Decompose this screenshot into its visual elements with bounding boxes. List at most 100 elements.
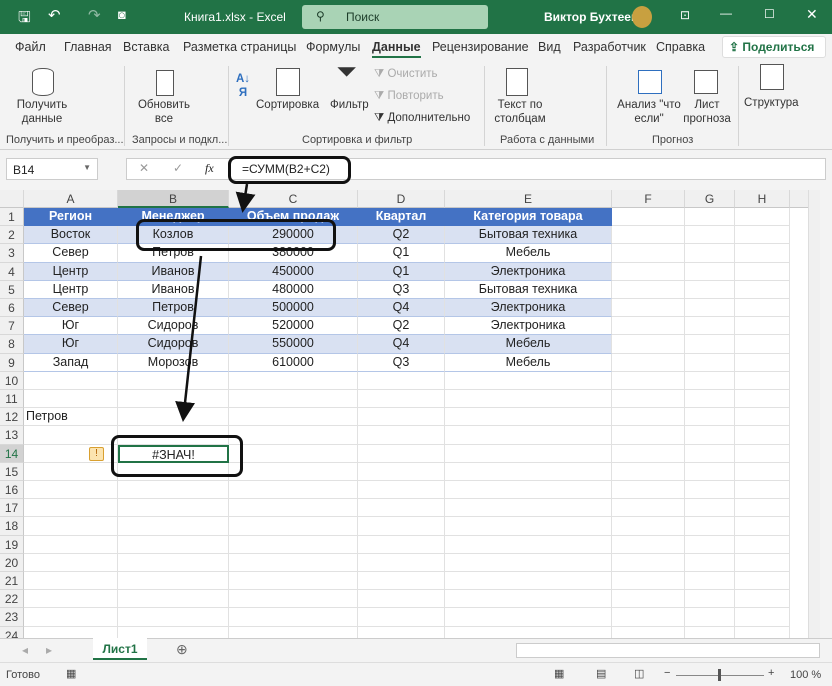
- cell[interactable]: [445, 462, 612, 481]
- cell[interactable]: [612, 371, 685, 390]
- cell[interactable]: [612, 626, 685, 638]
- cell[interactable]: [612, 408, 685, 427]
- cell[interactable]: [612, 444, 685, 463]
- table-cell[interactable]: Север: [24, 244, 118, 263]
- cell[interactable]: [612, 517, 685, 536]
- cell[interactable]: [685, 572, 735, 591]
- row-header[interactable]: 22: [0, 590, 24, 609]
- cell[interactable]: [612, 572, 685, 591]
- cell[interactable]: [735, 208, 790, 227]
- error-warning-icon[interactable]: !: [89, 446, 104, 461]
- table-cell[interactable]: Центр: [24, 262, 118, 281]
- cell[interactable]: [118, 572, 229, 591]
- cell[interactable]: [735, 335, 790, 354]
- cell[interactable]: [735, 426, 790, 445]
- table-cell[interactable]: Север: [24, 299, 118, 318]
- cell[interactable]: [735, 608, 790, 627]
- cell[interactable]: [612, 426, 685, 445]
- cell[interactable]: [612, 608, 685, 627]
- select-all-corner[interactable]: [0, 190, 24, 208]
- cell[interactable]: [229, 408, 358, 427]
- cell[interactable]: [24, 390, 118, 409]
- tab-review[interactable]: Рецензирование: [432, 40, 529, 54]
- cell[interactable]: [358, 426, 445, 445]
- next-sheet-icon[interactable]: ▸: [46, 643, 52, 657]
- undo-icon[interactable]: ↶: [48, 6, 61, 24]
- table-cell[interactable]: Q4: [358, 299, 445, 318]
- horizontal-scrollbar[interactable]: [516, 643, 820, 658]
- row-header[interactable]: 1: [0, 208, 24, 227]
- table-cell[interactable]: Иванов: [118, 262, 229, 281]
- cell[interactable]: [118, 535, 229, 554]
- cell[interactable]: [685, 208, 735, 227]
- what-if-button[interactable]: Анализ "что если": [612, 98, 686, 126]
- cell[interactable]: [612, 208, 685, 227]
- cell[interactable]: [229, 462, 358, 481]
- cell[interactable]: [735, 244, 790, 263]
- cell[interactable]: [24, 590, 118, 609]
- table-cell[interactable]: Электроника: [445, 299, 612, 318]
- cell[interactable]: [358, 371, 445, 390]
- get-data-button[interactable]: Получить данные: [12, 98, 72, 126]
- cell[interactable]: [358, 626, 445, 638]
- cell[interactable]: [735, 590, 790, 609]
- table-cell[interactable]: Центр: [24, 280, 118, 299]
- row-header[interactable]: 24: [0, 626, 24, 638]
- cell[interactable]: [358, 553, 445, 572]
- cell[interactable]: [445, 390, 612, 409]
- cell[interactable]: [229, 608, 358, 627]
- cell[interactable]: [735, 462, 790, 481]
- minimize-icon[interactable]: —: [720, 6, 732, 20]
- cell[interactable]: [358, 408, 445, 427]
- add-sheet-icon[interactable]: ⊕: [176, 641, 188, 658]
- cell[interactable]: [229, 572, 358, 591]
- table-cell[interactable]: Бытовая техника: [445, 280, 612, 299]
- cell[interactable]: [612, 226, 685, 245]
- cell[interactable]: [229, 371, 358, 390]
- cell[interactable]: [685, 299, 735, 318]
- cell[interactable]: [735, 226, 790, 245]
- cell[interactable]: [24, 426, 118, 445]
- table-cell[interactable]: Бытовая техника: [445, 226, 612, 245]
- table-cell[interactable]: Q3: [358, 280, 445, 299]
- cell[interactable]: [445, 426, 612, 445]
- cell[interactable]: [735, 553, 790, 572]
- cell[interactable]: [612, 535, 685, 554]
- row-header[interactable]: 16: [0, 481, 24, 500]
- prev-sheet-icon[interactable]: ◂: [22, 643, 28, 657]
- avatar[interactable]: [632, 6, 652, 28]
- vertical-scrollbar[interactable]: [808, 190, 820, 638]
- table-cell[interactable]: Электроника: [445, 262, 612, 281]
- cell[interactable]: [445, 408, 612, 427]
- cell[interactable]: [229, 535, 358, 554]
- row-header[interactable]: 19: [0, 535, 24, 554]
- table-cell[interactable]: Q2: [358, 317, 445, 336]
- column-header-g[interactable]: G: [685, 190, 735, 208]
- cell[interactable]: [229, 553, 358, 572]
- cell[interactable]: [612, 262, 685, 281]
- redo-icon[interactable]: ↷: [88, 6, 101, 24]
- table-cell[interactable]: Запад: [24, 353, 118, 372]
- cell[interactable]: [735, 371, 790, 390]
- cell[interactable]: [735, 626, 790, 638]
- cell[interactable]: [358, 517, 445, 536]
- cell[interactable]: [229, 499, 358, 518]
- cell[interactable]: [229, 426, 358, 445]
- cell[interactable]: [612, 390, 685, 409]
- cell[interactable]: [24, 481, 118, 500]
- cell[interactable]: [358, 572, 445, 591]
- cell[interactable]: [24, 572, 118, 591]
- cell[interactable]: [612, 499, 685, 518]
- row-header[interactable]: 11: [0, 390, 24, 409]
- cell[interactable]: [685, 481, 735, 500]
- row-header[interactable]: 7: [0, 317, 24, 336]
- cell[interactable]: [612, 353, 685, 372]
- table-cell[interactable]: 610000: [229, 353, 358, 372]
- row-header[interactable]: 21: [0, 572, 24, 591]
- tab-insert[interactable]: Вставка: [123, 40, 169, 54]
- row-header[interactable]: 20: [0, 553, 24, 572]
- cell[interactable]: [445, 572, 612, 591]
- cell[interactable]: [685, 462, 735, 481]
- cell[interactable]: [445, 499, 612, 518]
- row-header[interactable]: 12: [0, 408, 24, 427]
